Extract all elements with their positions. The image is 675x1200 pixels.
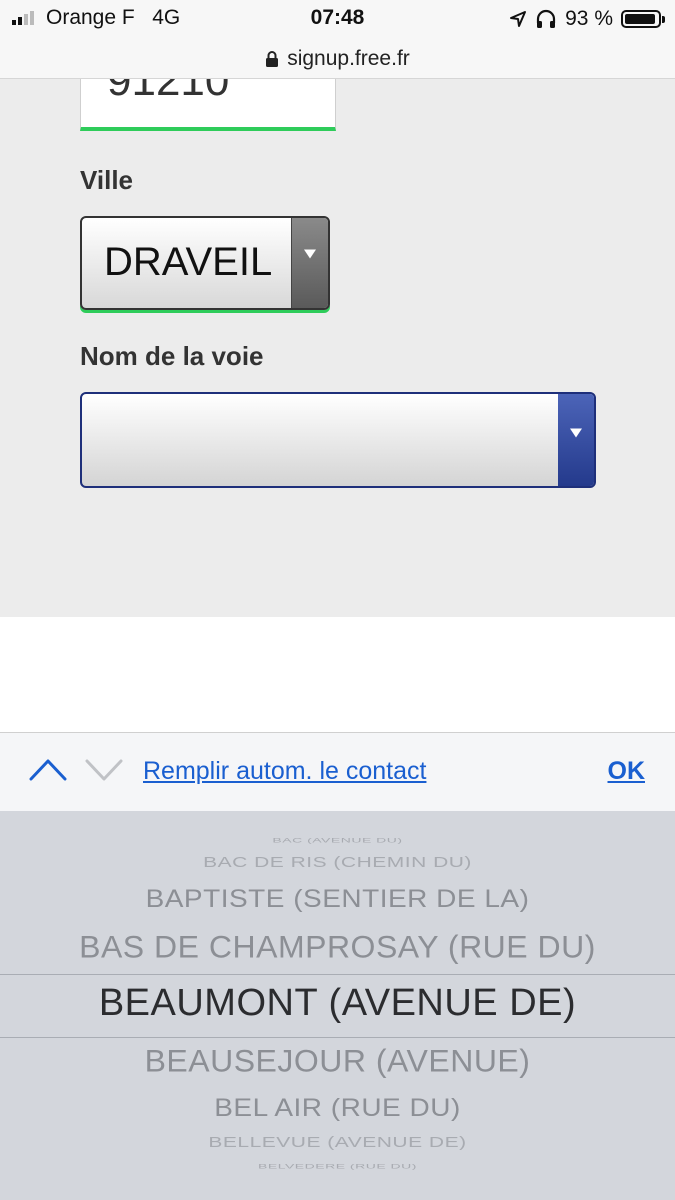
picker-option[interactable]: BAS DE CHAMPROSAY (RUE DU) xyxy=(0,929,675,965)
keyboard-accessory-bar: Remplir autom. le contact OK xyxy=(0,733,675,811)
battery-percentage: 93 % xyxy=(565,7,613,30)
url-domain: signup.free.fr xyxy=(287,47,410,70)
picker-option[interactable]: BELLEVUE (AVENUE DE) xyxy=(0,1135,675,1152)
lock-icon xyxy=(266,51,279,67)
chevron-down-icon xyxy=(304,249,316,259)
ville-select[interactable]: DRAVEIL xyxy=(80,216,330,310)
ville-label: Ville xyxy=(80,165,134,195)
picker-option[interactable]: BEL AIR (RUE DU) xyxy=(0,1094,675,1122)
status-bar: Orange F 4G 07:48 93 % xyxy=(0,0,675,40)
picker-option-selected[interactable]: BEAUMONT (AVENUE DE) xyxy=(0,982,675,1025)
ville-select-value: DRAVEIL xyxy=(104,240,273,284)
picker-option[interactable]: BAC (AVENUE DU) xyxy=(0,836,675,843)
status-indicators: 93 % xyxy=(509,6,665,32)
next-field-chevron-down-icon[interactable] xyxy=(84,755,124,783)
voie-select[interactable] xyxy=(80,392,596,488)
location-arrow-icon xyxy=(510,11,527,27)
voie-label: Nom de la voie xyxy=(80,341,264,371)
address-bar[interactable]: signup.free.fr xyxy=(0,40,675,79)
postal-code-input[interactable]: 91210 xyxy=(80,79,336,131)
chevron-down-icon xyxy=(570,428,582,438)
voie-dropdown-button[interactable] xyxy=(558,394,594,486)
ville-dropdown-button[interactable] xyxy=(291,218,328,308)
battery-icon xyxy=(621,10,665,28)
picker-option[interactable]: BAC DE RIS (CHEMIN DU) xyxy=(0,855,675,872)
street-picker-wheel[interactable]: BAC (AVENUE DU) BAC DE RIS (CHEMIN DU) BAP… xyxy=(0,811,675,1200)
picker-option[interactable]: BEAUSEJOUR (AVENUE) xyxy=(0,1043,675,1079)
postal-code-value: 91210 xyxy=(107,79,230,105)
headphones-icon xyxy=(537,9,556,28)
ok-button[interactable]: OK xyxy=(608,757,646,786)
battery-fill xyxy=(625,14,655,24)
picker-option[interactable]: BAPTISTE (SENTIER DE LA) xyxy=(0,885,675,913)
previous-field-chevron-up-icon[interactable] xyxy=(28,755,68,783)
picker-option[interactable]: BELVEDERE (RUE DU) xyxy=(0,1162,675,1169)
signup-form: 91210 Ville DRAVEIL Nom de la voie xyxy=(0,79,675,617)
page-spacer xyxy=(0,617,675,733)
autofill-contact-link[interactable]: Remplir autom. le contact xyxy=(143,757,426,786)
